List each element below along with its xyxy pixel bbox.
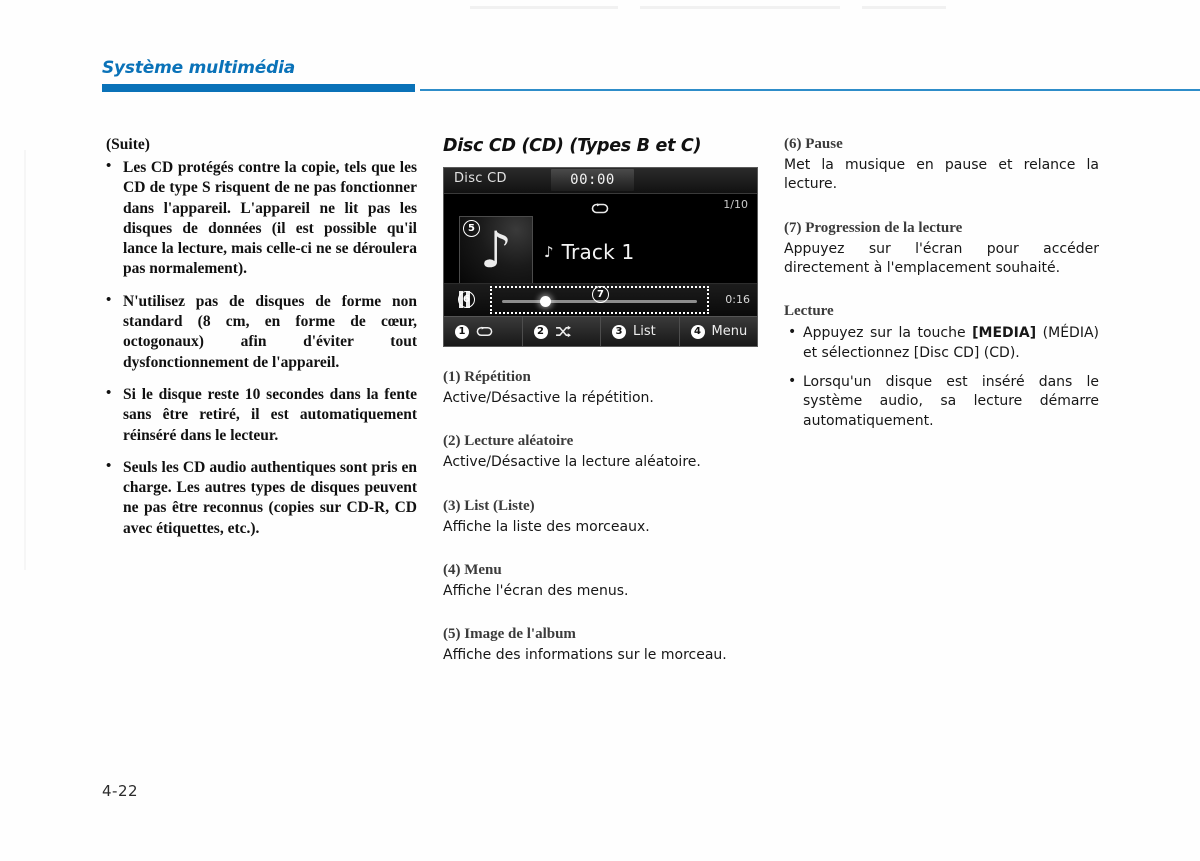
repeat-icon xyxy=(591,201,609,214)
scan-artifact-edge xyxy=(24,150,26,570)
playback-bullet-list: Appuyez sur la touche [MEDIA] (MÉDIA) et… xyxy=(784,323,1099,431)
section-title: Disc CD (CD) (Types B et C) xyxy=(443,136,702,156)
callout-4: 4 xyxy=(690,324,705,339)
page-number: 4-22 xyxy=(102,782,139,800)
shuffle-icon xyxy=(555,325,572,338)
entry-4: (4) Menu Affiche l'écran des menus. xyxy=(443,562,758,601)
list-item: Appuyez sur la touche [MEDIA] (MÉDIA) et… xyxy=(784,323,1099,363)
right-column: (6) Pause Met la musique en pause et rel… xyxy=(784,136,1099,431)
middle-column: Disc CD (CD) (Types B et C) Disc CD 00:0… xyxy=(443,136,758,666)
list-item: N'utilisez pas de disques de forme non s… xyxy=(102,291,417,373)
device-source-label: Disc CD xyxy=(454,171,507,186)
callout-7: 7 xyxy=(592,286,609,303)
list-item: Les CD protégés contre la copie, tels qu… xyxy=(102,157,417,280)
track-title: Track 1 xyxy=(561,240,635,264)
callout-3: 3 xyxy=(612,324,626,339)
callout-1: 1 xyxy=(455,324,469,339)
entry-body: Affiche l'écran des menus. xyxy=(443,582,629,599)
entry-title: (2) Lecture aléatoire xyxy=(443,433,574,450)
scan-artifact xyxy=(640,6,840,9)
repeat-icon xyxy=(476,326,493,337)
device-screenshot-figure: Disc CD 00:00 5 6 7 1/10 ♪ ♪ Track 1 0:1… xyxy=(443,167,758,347)
device-main-area: 5 6 7 1/10 ♪ ♪ Track 1 0:16 xyxy=(444,194,757,316)
entry-body: Active/Désactive la répétition. xyxy=(443,390,654,406)
elapsed-time: 0:16 xyxy=(725,293,750,306)
music-note-icon: ♪ xyxy=(480,221,512,279)
entry-title: (6) Pause xyxy=(784,136,843,152)
list-item: Lorsqu'un disque est inséré dans le syst… xyxy=(784,372,1099,431)
continued-label: (Suite) xyxy=(106,136,150,153)
entry-title: (3) List (Liste) xyxy=(443,497,535,514)
header-rule-thick xyxy=(102,84,415,92)
button-list-label: List xyxy=(633,324,656,339)
scan-artifact xyxy=(470,6,618,9)
track-info-row: ♪ Track 1 xyxy=(544,240,634,264)
entry-body: Appuyez sur l'écran pour accéder directe… xyxy=(784,240,1099,276)
list-item: Seuls les CD audio authentiques sont pri… xyxy=(102,457,417,539)
entry-1: (1) Répétition Active/Désactive la répét… xyxy=(443,369,758,408)
device-clock-panel: 00:00 xyxy=(551,169,634,191)
button-shuffle[interactable]: 2 xyxy=(523,317,601,346)
entry-title: (5) Image de l'album xyxy=(443,626,576,643)
entry-body: Affiche des informations sur le morceau. xyxy=(443,647,727,664)
manual-page: Système multimédia (Suite) Les CD protég… xyxy=(0,0,1200,861)
callout-6: 6 xyxy=(458,291,475,308)
music-note-small-icon: ♪ xyxy=(544,243,554,261)
track-count: 1/10 xyxy=(723,198,748,211)
callout-2: 2 xyxy=(533,324,548,339)
scan-artifact xyxy=(862,6,946,9)
entry-title: (4) Menu xyxy=(443,561,502,578)
warning-bullet-list: Les CD protégés contre la copie, tels qu… xyxy=(102,157,417,539)
playback-title: Lecture xyxy=(784,303,834,320)
button-list[interactable]: 3 List xyxy=(601,317,680,346)
button-menu[interactable]: 4 Menu xyxy=(680,317,758,346)
entry-title: (7) Progression de la lecture xyxy=(784,219,963,236)
device-button-bar: 1 2 3 List 4 Menu xyxy=(444,316,757,346)
entry-2: (2) Lecture aléatoire Active/Désactive l… xyxy=(443,433,758,472)
header-rule-thin xyxy=(420,89,1200,91)
entry-body: Met la musique en pause et relance la le… xyxy=(784,157,1099,193)
entry-6: (6) Pause Met la musique en pause et rel… xyxy=(784,136,1099,195)
entry-3: (3) List (Liste) Affiche la liste des mo… xyxy=(443,498,758,537)
entry-7: (7) Progression de la lecture Appuyez su… xyxy=(784,220,1099,279)
bullet-text-part-1: Appuyez sur la touche xyxy=(803,325,973,342)
button-menu-label: Menu xyxy=(711,324,748,339)
playback-section: Lecture Appuyez sur la touche [MEDIA] (M… xyxy=(784,303,1099,431)
entry-body: Active/Désactive la lecture aléatoire. xyxy=(443,454,701,471)
button-repeat[interactable]: 1 xyxy=(444,317,523,346)
media-key-label: [MEDIA] xyxy=(972,325,1037,342)
entry-5: (5) Image de l'album Affiche des informa… xyxy=(443,626,758,665)
device-title-bar: Disc CD 00:00 xyxy=(444,168,757,194)
entry-title: (1) Répétition xyxy=(443,369,531,385)
page-header: Système multimédia xyxy=(102,58,1200,98)
seek-thumb[interactable] xyxy=(540,296,551,307)
list-item: Si le disque reste 10 secondes dans la f… xyxy=(102,384,417,446)
device-clock: 00:00 xyxy=(570,172,615,188)
page-title: Système multimédia xyxy=(102,58,295,78)
entry-body: Affiche la liste des morceaux. xyxy=(443,518,650,535)
callout-5: 5 xyxy=(463,220,480,237)
left-column: (Suite) Les CD protégés contre la copie,… xyxy=(102,136,417,539)
